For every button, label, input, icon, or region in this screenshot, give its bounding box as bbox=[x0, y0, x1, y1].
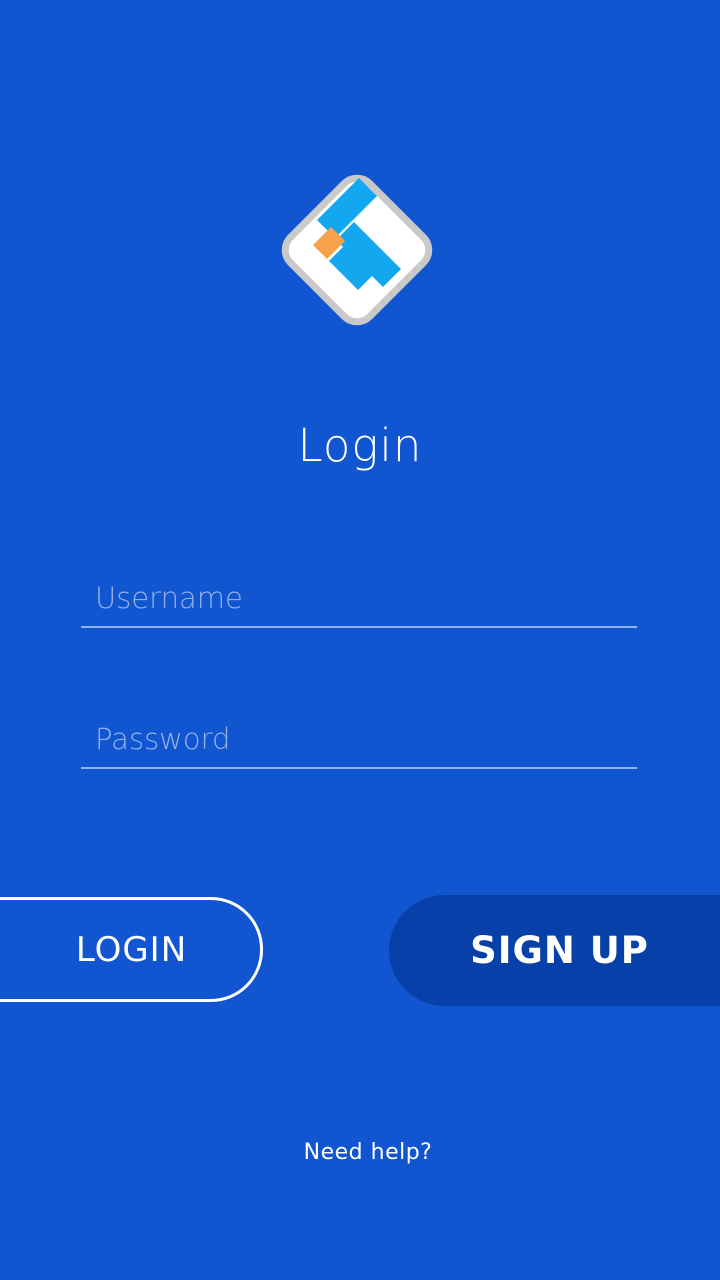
username-input[interactable] bbox=[81, 570, 637, 626]
password-input[interactable] bbox=[81, 711, 637, 767]
signup-button[interactable]: SIGN UP bbox=[389, 895, 720, 1006]
login-screen: Login LOGIN SIGN UP Need help? bbox=[0, 0, 720, 1280]
password-field-container bbox=[81, 711, 637, 769]
app-logo-icon bbox=[270, 163, 444, 337]
signup-button-label: SIGN UP bbox=[470, 929, 649, 972]
need-help-link[interactable]: Need help? bbox=[0, 1140, 720, 1165]
username-field-container bbox=[81, 570, 637, 628]
login-button-label: LOGIN bbox=[75, 929, 188, 970]
page-title: Login bbox=[297, 419, 423, 472]
login-button[interactable]: LOGIN bbox=[0, 897, 263, 1002]
